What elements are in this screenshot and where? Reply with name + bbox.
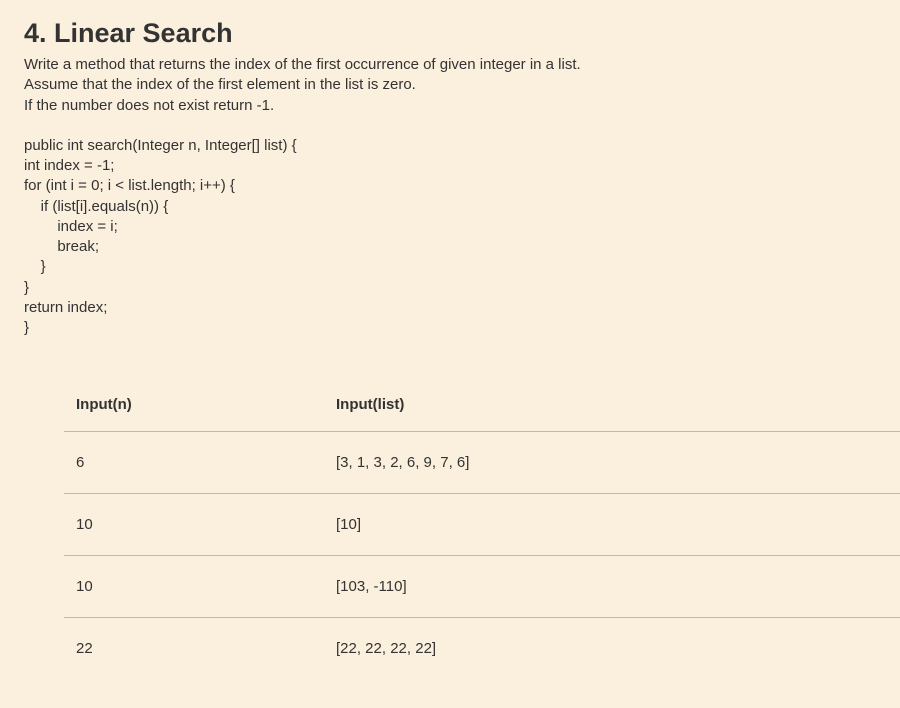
table-row: 22 [22, 22, 22, 22] xyxy=(64,618,900,680)
table-header-n: Input(n) xyxy=(64,378,324,432)
table-cell-n: 10 xyxy=(64,556,324,618)
table-cell-list: [10] xyxy=(324,494,900,556)
test-cases-table: Input(n) Input(list) 6 [3, 1, 3, 2, 6, 9… xyxy=(64,378,900,679)
table-cell-n: 22 xyxy=(64,618,324,680)
problem-description: Write a method that returns the index of… xyxy=(24,55,876,116)
table-row: 10 [103, -110] xyxy=(64,556,900,618)
table-cell-list: [103, -110] xyxy=(324,556,900,618)
table-row: 10 [10] xyxy=(64,494,900,556)
table-cell-n: 6 xyxy=(64,432,324,494)
code-block: public int search(Integer n, Integer[] l… xyxy=(24,136,876,339)
table-header-list: Input(list) xyxy=(324,378,900,432)
section-heading: 4. Linear Search xyxy=(24,18,876,49)
table-header-row: Input(n) Input(list) xyxy=(64,378,900,432)
table-cell-list: [22, 22, 22, 22] xyxy=(324,618,900,680)
table-cell-list: [3, 1, 3, 2, 6, 9, 7, 6] xyxy=(324,432,900,494)
table-cell-n: 10 xyxy=(64,494,324,556)
table-row: 6 [3, 1, 3, 2, 6, 9, 7, 6] xyxy=(64,432,900,494)
